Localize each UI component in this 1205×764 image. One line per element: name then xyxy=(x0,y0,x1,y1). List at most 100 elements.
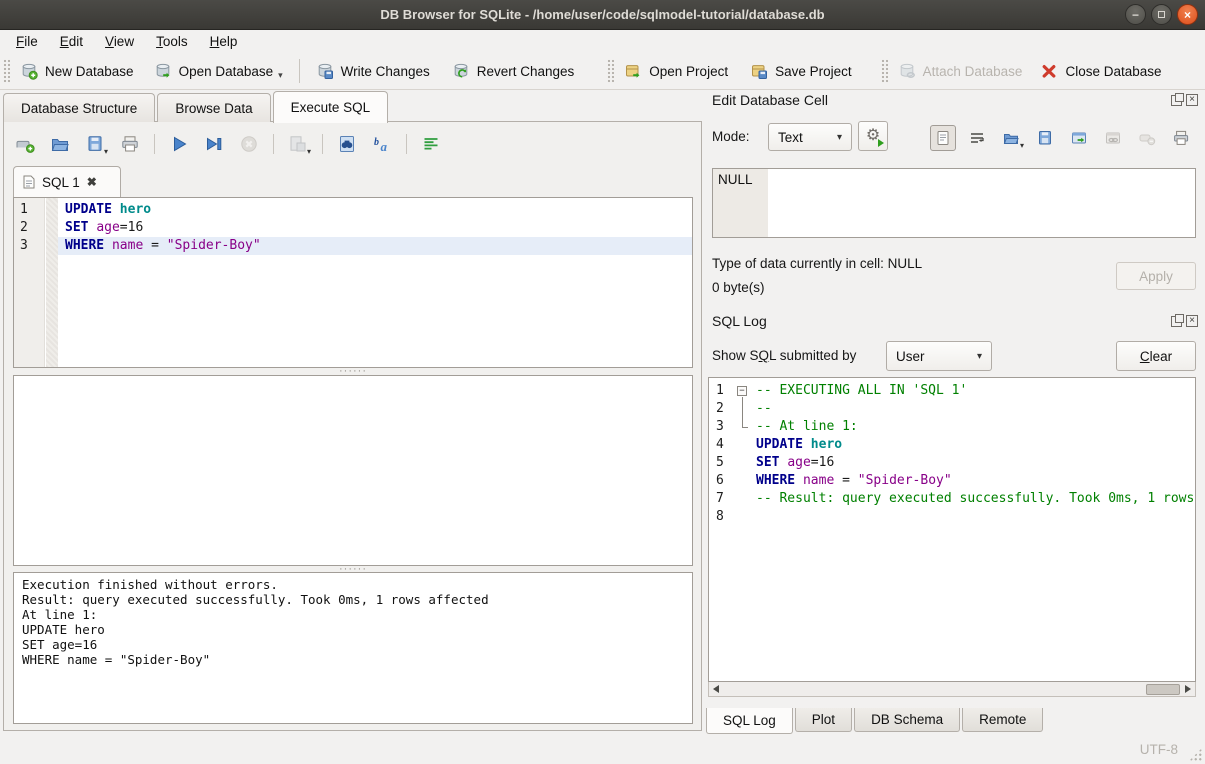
fold-collapse-icon[interactable]: − xyxy=(737,386,747,396)
open-in-window-button[interactable] xyxy=(1066,125,1092,151)
new-sql-tab-button[interactable] xyxy=(12,131,38,157)
execution-log[interactable]: Execution finished without errors.Result… xyxy=(13,572,693,724)
fold-margin xyxy=(45,201,58,219)
sql-file-tab[interactable]: SQL 1 ✖ xyxy=(13,166,121,197)
execution-log-line: Result: query executed successfully. Too… xyxy=(22,592,684,607)
autocomplete-icon: ba xyxy=(372,134,392,154)
tab-execute-sql[interactable]: Execute SQL xyxy=(273,91,389,123)
toolbar-button-label: Revert Changes xyxy=(477,64,575,79)
export-cell-data-button[interactable] xyxy=(1032,125,1058,151)
autocomplete-button[interactable]: ba xyxy=(369,131,395,157)
code-text: -- EXECUTING ALL IN 'SQL 1' xyxy=(752,382,1195,400)
save-project-button[interactable]: Save Project xyxy=(743,57,859,85)
fold-margin xyxy=(735,472,752,490)
print-icon xyxy=(1172,129,1190,147)
clear-log-button[interactable]: Clear xyxy=(1116,341,1196,371)
link-icon xyxy=(1104,129,1122,147)
dock-float-icon[interactable] xyxy=(1171,95,1182,106)
open-database-dropdown-caret[interactable]: ▾ xyxy=(278,71,283,80)
tab-database-structure[interactable]: Database Structure xyxy=(3,93,155,122)
print-button[interactable] xyxy=(117,131,143,157)
save-sql-dropdown-caret[interactable]: ▾ xyxy=(104,148,108,156)
code-line[interactable]: 2-- xyxy=(709,400,1195,418)
revert-changes-button[interactable]: Revert Changes xyxy=(445,57,582,85)
scroll-right-icon[interactable] xyxy=(1181,683,1195,696)
menu-tools[interactable]: Tools xyxy=(145,32,199,51)
scrollbar-thumb[interactable] xyxy=(1146,684,1180,695)
close-tab-icon[interactable]: ✖ xyxy=(87,175,97,189)
save-sql-file-button[interactable]: ▾ xyxy=(82,131,108,157)
splitter-handle[interactable]: ······ xyxy=(13,368,693,374)
sql-log-view[interactable]: 1−-- EXECUTING ALL IN 'SQL 1'2--3-- At l… xyxy=(708,377,1196,682)
save-results-icon xyxy=(288,134,308,154)
import-cell-data-button[interactable]: ▾ xyxy=(998,125,1024,151)
menu-help[interactable]: Help xyxy=(199,32,249,51)
fold-margin[interactable]: − xyxy=(735,382,752,400)
code-line[interactable]: 4UPDATE hero xyxy=(709,436,1195,454)
print-cell-button[interactable] xyxy=(1168,125,1194,151)
tab-browse-data[interactable]: Browse Data xyxy=(157,93,270,122)
toolbar-drag-handle[interactable] xyxy=(881,59,888,83)
dock-tab-db-schema[interactable]: DB Schema xyxy=(854,708,960,732)
code-line[interactable]: 1−-- EXECUTING ALL IN 'SQL 1' xyxy=(709,382,1195,400)
open-in-external-app-button[interactable]: ⚙ xyxy=(858,121,888,151)
code-line[interactable]: 2SET age=16 xyxy=(14,219,692,237)
line-number: 1 xyxy=(709,382,735,400)
code-line[interactable]: 6WHERE name = "Spider-Boy" xyxy=(709,472,1195,490)
maximize-icon xyxy=(1158,11,1165,18)
line-number: 4 xyxy=(709,436,735,454)
encoding-indicator[interactable]: UTF-8 xyxy=(1140,742,1178,757)
scroll-left-icon[interactable] xyxy=(709,683,723,696)
link-data-button xyxy=(1100,125,1126,151)
text-mode-button[interactable] xyxy=(930,125,956,151)
toolbar-drag-handle[interactable] xyxy=(3,59,10,83)
open-database-button[interactable]: Open Database ▾ xyxy=(147,57,290,85)
horizontal-scrollbar[interactable] xyxy=(708,682,1196,697)
scrollbar-track[interactable] xyxy=(723,683,1181,696)
resize-grip[interactable] xyxy=(1189,748,1202,761)
close-button[interactable]: × xyxy=(1177,4,1198,25)
results-pane[interactable] xyxy=(13,375,693,566)
format-sql-button[interactable] xyxy=(418,131,444,157)
menu-file[interactable]: File xyxy=(5,32,49,51)
dock-close-icon[interactable]: × xyxy=(1186,94,1198,106)
execute-all-button[interactable] xyxy=(166,131,192,157)
window-title: DB Browser for SQLite - /home/user/code/… xyxy=(380,7,824,22)
toolbar-separator xyxy=(322,134,323,154)
dock-close-icon[interactable]: × xyxy=(1186,315,1198,327)
titlebar[interactable]: DB Browser for SQLite - /home/user/code/… xyxy=(0,0,1205,30)
dock-tab-remote[interactable]: Remote xyxy=(962,708,1043,732)
find-button[interactable] xyxy=(334,131,360,157)
menu-view[interactable]: View xyxy=(94,32,145,51)
sql-file-icon xyxy=(23,175,35,189)
dock-float-icon[interactable] xyxy=(1171,316,1182,327)
execute-line-button[interactable] xyxy=(201,131,227,157)
code-line[interactable]: 3-- At line 1: xyxy=(709,418,1195,436)
cell-editor[interactable]: NULL xyxy=(712,168,1196,238)
close-database-button[interactable]: Close Database xyxy=(1033,57,1168,85)
minimize-button[interactable]: − xyxy=(1125,4,1146,25)
code-line[interactable]: 1UPDATE hero xyxy=(14,201,692,219)
word-wrap-button[interactable] xyxy=(964,125,990,151)
code-line[interactable]: 5SET age=16 xyxy=(709,454,1195,472)
menu-edit[interactable]: Edit xyxy=(49,32,94,51)
dock-tab-plot[interactable]: Plot xyxy=(795,708,852,732)
mode-combobox[interactable]: Text ▾ xyxy=(768,123,852,151)
write-changes-button[interactable]: Write Changes xyxy=(309,57,437,85)
code-line[interactable]: 7-- Result: query executed successfully.… xyxy=(709,490,1195,508)
code-text: SET age=16 xyxy=(752,454,1195,472)
maximize-button[interactable] xyxy=(1151,4,1172,25)
new-database-button[interactable]: New Database xyxy=(13,57,141,85)
import-dropdown-caret[interactable]: ▾ xyxy=(1020,142,1024,150)
open-sql-file-button[interactable] xyxy=(47,131,73,157)
sql-log-filter-combobox[interactable]: User ▾ xyxy=(886,341,992,371)
code-line[interactable]: 8 xyxy=(709,508,1195,526)
dock-tab-sql-log[interactable]: SQL Log xyxy=(706,708,793,734)
sql-code-editor[interactable]: 1UPDATE hero2SET age=163WHERE name = "Sp… xyxy=(13,197,693,368)
set-null-icon xyxy=(1138,129,1156,147)
code-line[interactable]: 3WHERE name = "Spider-Boy" xyxy=(14,237,692,255)
open-project-button[interactable]: Open Project xyxy=(617,57,735,85)
toolbar-drag-handle[interactable] xyxy=(607,59,614,83)
toolbar-separator xyxy=(273,134,274,154)
open-project-icon xyxy=(624,62,642,80)
